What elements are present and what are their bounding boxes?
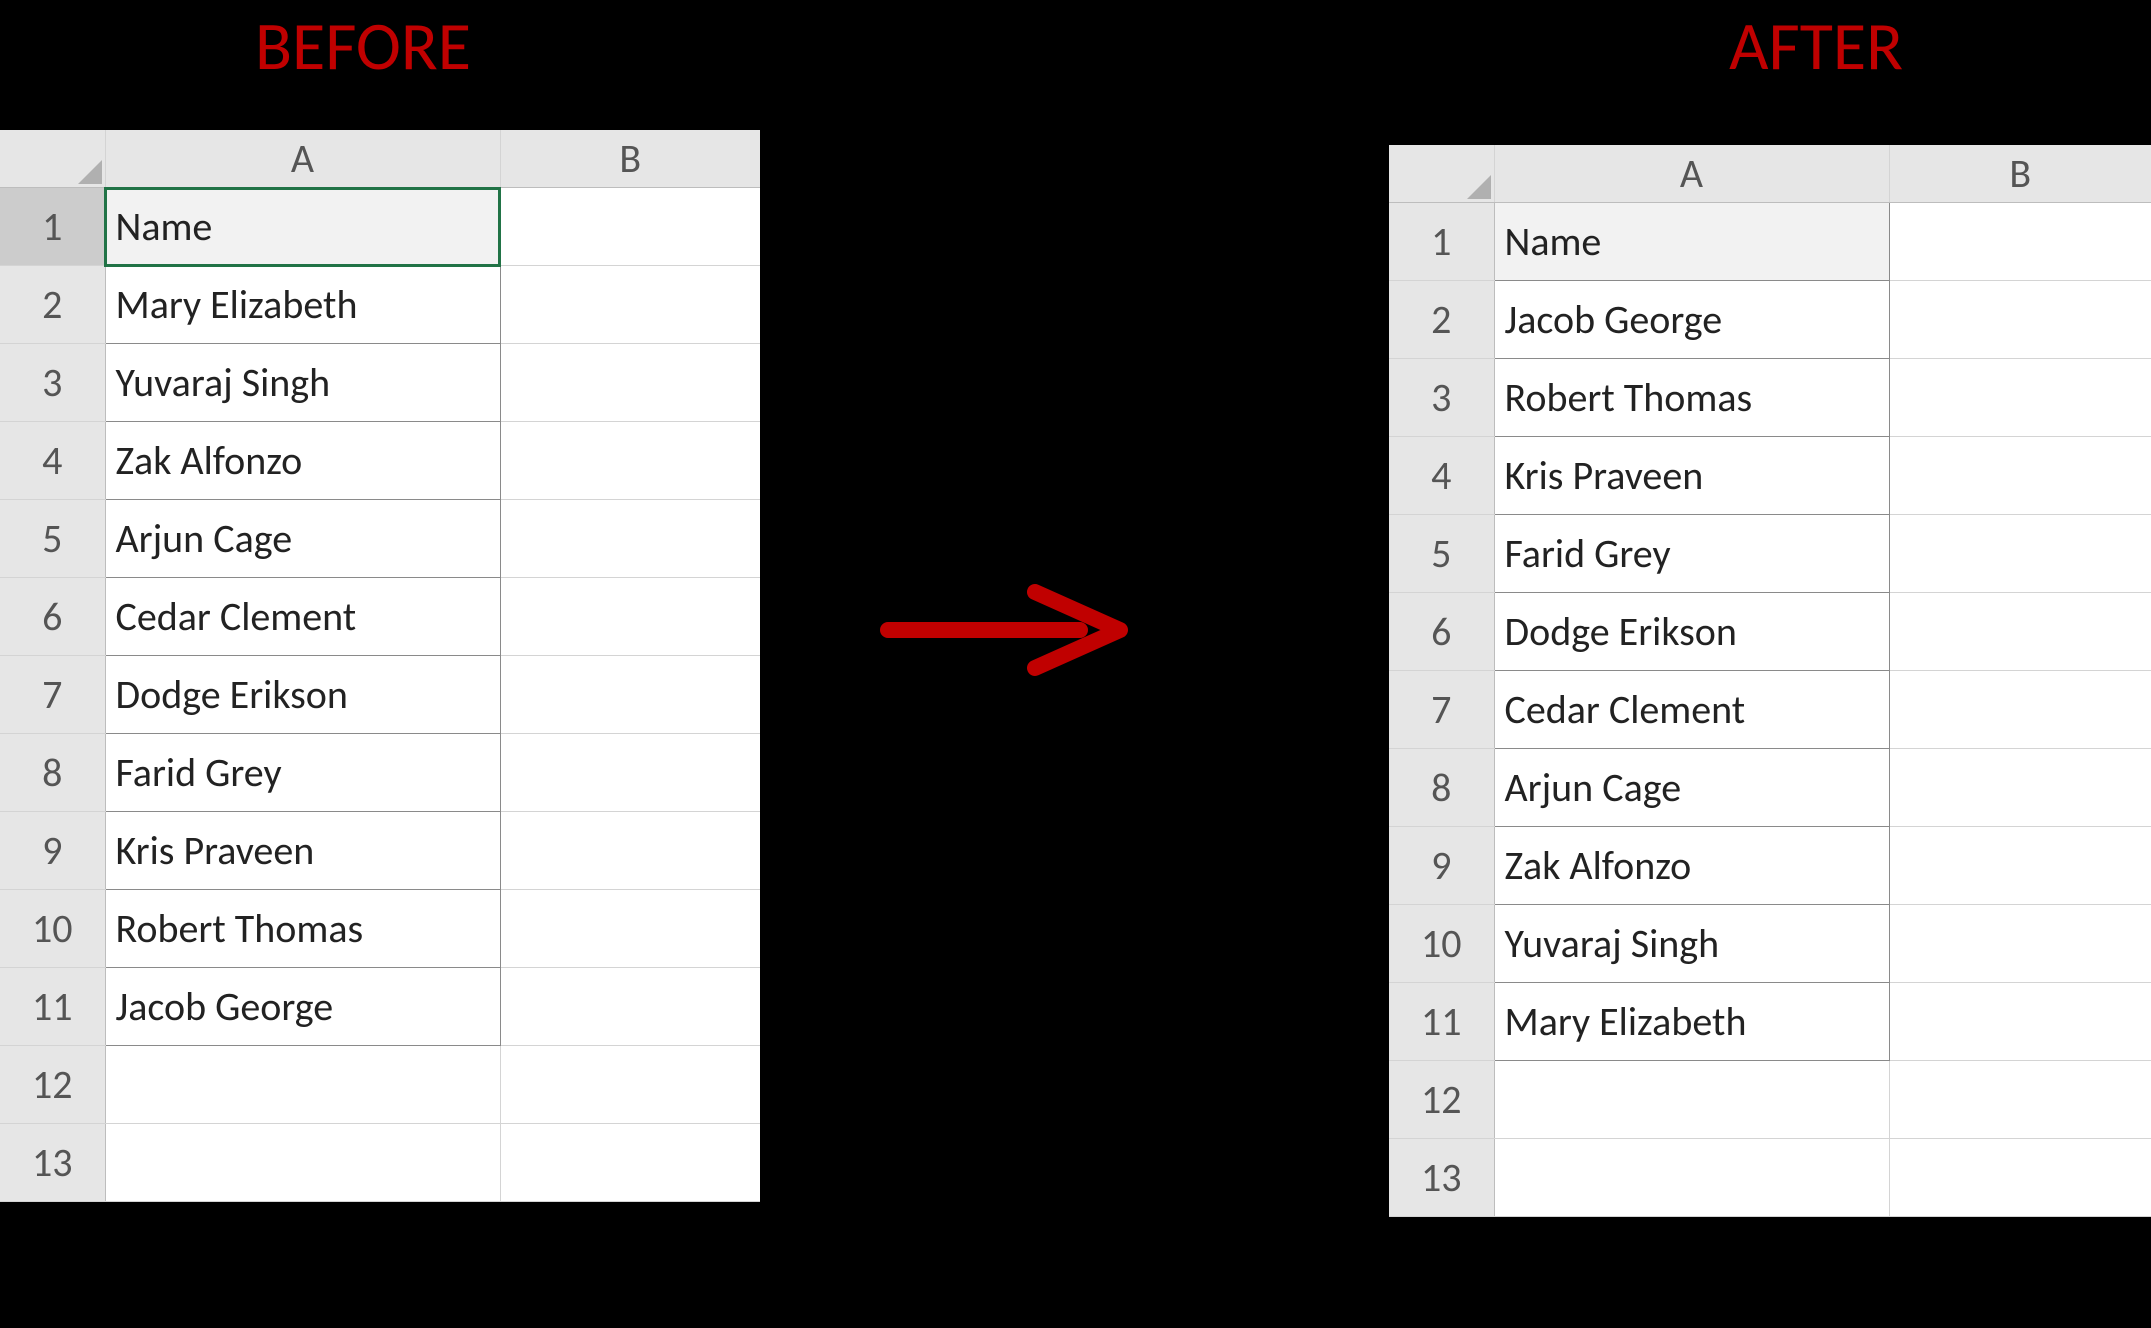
column-header-B[interactable]: B bbox=[500, 130, 760, 188]
cell-B11[interactable] bbox=[1889, 983, 2151, 1061]
cell-A8[interactable]: Farid Grey bbox=[105, 734, 500, 812]
cell-B6[interactable] bbox=[500, 578, 760, 656]
cell-A10[interactable]: Yuvaraj Singh bbox=[1494, 905, 1889, 983]
row-header-4[interactable]: 4 bbox=[0, 422, 105, 500]
select-all-icon bbox=[78, 160, 102, 184]
row-header-3[interactable]: 3 bbox=[1389, 359, 1494, 437]
row-header-11[interactable]: 11 bbox=[1389, 983, 1494, 1061]
cell-A7[interactable]: Cedar Clement bbox=[1494, 671, 1889, 749]
cell-A12[interactable] bbox=[1494, 1061, 1889, 1139]
cell-B12[interactable] bbox=[500, 1046, 760, 1124]
row-header-3[interactable]: 3 bbox=[0, 344, 105, 422]
cell-B10[interactable] bbox=[1889, 905, 2151, 983]
cell-A3[interactable]: Robert Thomas bbox=[1494, 359, 1889, 437]
cell-A5[interactable]: Arjun Cage bbox=[105, 500, 500, 578]
row-header-10[interactable]: 10 bbox=[0, 890, 105, 968]
cell-B3[interactable] bbox=[1889, 359, 2151, 437]
cell-A10[interactable]: Robert Thomas bbox=[105, 890, 500, 968]
cell-B2[interactable] bbox=[500, 266, 760, 344]
column-header-A[interactable]: A bbox=[105, 130, 500, 188]
cell-A4[interactable]: Kris Praveen bbox=[1494, 437, 1889, 515]
cell-B10[interactable] bbox=[500, 890, 760, 968]
cell-A1[interactable]: Name bbox=[105, 188, 500, 266]
arrow-right-icon bbox=[880, 580, 1160, 680]
cell-B7[interactable] bbox=[1889, 671, 2151, 749]
column-header-A[interactable]: A bbox=[1494, 145, 1889, 203]
row-header-1[interactable]: 1 bbox=[0, 188, 105, 266]
row-header-10[interactable]: 10 bbox=[1389, 905, 1494, 983]
cell-A7[interactable]: Dodge Erikson bbox=[105, 656, 500, 734]
row-header-5[interactable]: 5 bbox=[1389, 515, 1494, 593]
spreadsheet-after: A B 1 Name 2 Jacob George 3 Robert Thoma… bbox=[1389, 145, 2151, 1217]
row-header-9[interactable]: 9 bbox=[0, 812, 105, 890]
cell-A11[interactable]: Jacob George bbox=[105, 968, 500, 1046]
cell-B6[interactable] bbox=[1889, 593, 2151, 671]
before-title: BEFORE bbox=[255, 5, 471, 88]
cell-B13[interactable] bbox=[1889, 1139, 2151, 1217]
cell-A9[interactable]: Kris Praveen bbox=[105, 812, 500, 890]
cell-A3[interactable]: Yuvaraj Singh bbox=[105, 344, 500, 422]
row-header-12[interactable]: 12 bbox=[0, 1046, 105, 1124]
spreadsheet-before: A B 1 Name 2 Mary Elizabeth 3 Yuvaraj Si… bbox=[0, 130, 760, 1202]
cell-B4[interactable] bbox=[1889, 437, 2151, 515]
cell-B2[interactable] bbox=[1889, 281, 2151, 359]
cell-B1[interactable] bbox=[1889, 203, 2151, 281]
row-header-8[interactable]: 8 bbox=[0, 734, 105, 812]
cell-B8[interactable] bbox=[1889, 749, 2151, 827]
cell-A12[interactable] bbox=[105, 1046, 500, 1124]
cell-A8[interactable]: Arjun Cage bbox=[1494, 749, 1889, 827]
cell-A11[interactable]: Mary Elizabeth bbox=[1494, 983, 1889, 1061]
row-header-13[interactable]: 13 bbox=[0, 1124, 105, 1202]
cell-B5[interactable] bbox=[1889, 515, 2151, 593]
cell-A6[interactable]: Dodge Erikson bbox=[1494, 593, 1889, 671]
cell-A4[interactable]: Zak Alfonzo bbox=[105, 422, 500, 500]
row-header-7[interactable]: 7 bbox=[1389, 671, 1494, 749]
column-header-B[interactable]: B bbox=[1889, 145, 2151, 203]
row-header-6[interactable]: 6 bbox=[0, 578, 105, 656]
cell-B13[interactable] bbox=[500, 1124, 760, 1202]
cell-B9[interactable] bbox=[500, 812, 760, 890]
cell-B8[interactable] bbox=[500, 734, 760, 812]
cell-A2[interactable]: Jacob George bbox=[1494, 281, 1889, 359]
cell-B7[interactable] bbox=[500, 656, 760, 734]
select-all-corner[interactable] bbox=[1389, 145, 1494, 203]
cell-A2[interactable]: Mary Elizabeth bbox=[105, 266, 500, 344]
select-all-icon bbox=[1467, 175, 1491, 199]
after-title: AFTER bbox=[1729, 5, 1903, 88]
cell-A9[interactable]: Zak Alfonzo bbox=[1494, 827, 1889, 905]
row-header-6[interactable]: 6 bbox=[1389, 593, 1494, 671]
row-header-2[interactable]: 2 bbox=[1389, 281, 1494, 359]
cell-A13[interactable] bbox=[105, 1124, 500, 1202]
row-header-9[interactable]: 9 bbox=[1389, 827, 1494, 905]
cell-A5[interactable]: Farid Grey bbox=[1494, 515, 1889, 593]
row-header-1[interactable]: 1 bbox=[1389, 203, 1494, 281]
row-header-2[interactable]: 2 bbox=[0, 266, 105, 344]
cell-B11[interactable] bbox=[500, 968, 760, 1046]
row-header-11[interactable]: 11 bbox=[0, 968, 105, 1046]
cell-B4[interactable] bbox=[500, 422, 760, 500]
cell-A13[interactable] bbox=[1494, 1139, 1889, 1217]
cell-B9[interactable] bbox=[1889, 827, 2151, 905]
row-header-5[interactable]: 5 bbox=[0, 500, 105, 578]
row-header-12[interactable]: 12 bbox=[1389, 1061, 1494, 1139]
cell-B12[interactable] bbox=[1889, 1061, 2151, 1139]
cell-A1[interactable]: Name bbox=[1494, 203, 1889, 281]
row-header-4[interactable]: 4 bbox=[1389, 437, 1494, 515]
select-all-corner[interactable] bbox=[0, 130, 105, 188]
row-header-8[interactable]: 8 bbox=[1389, 749, 1494, 827]
cell-A6[interactable]: Cedar Clement bbox=[105, 578, 500, 656]
row-header-7[interactable]: 7 bbox=[0, 656, 105, 734]
cell-B3[interactable] bbox=[500, 344, 760, 422]
row-header-13[interactable]: 13 bbox=[1389, 1139, 1494, 1217]
cell-B1[interactable] bbox=[500, 188, 760, 266]
cell-B5[interactable] bbox=[500, 500, 760, 578]
